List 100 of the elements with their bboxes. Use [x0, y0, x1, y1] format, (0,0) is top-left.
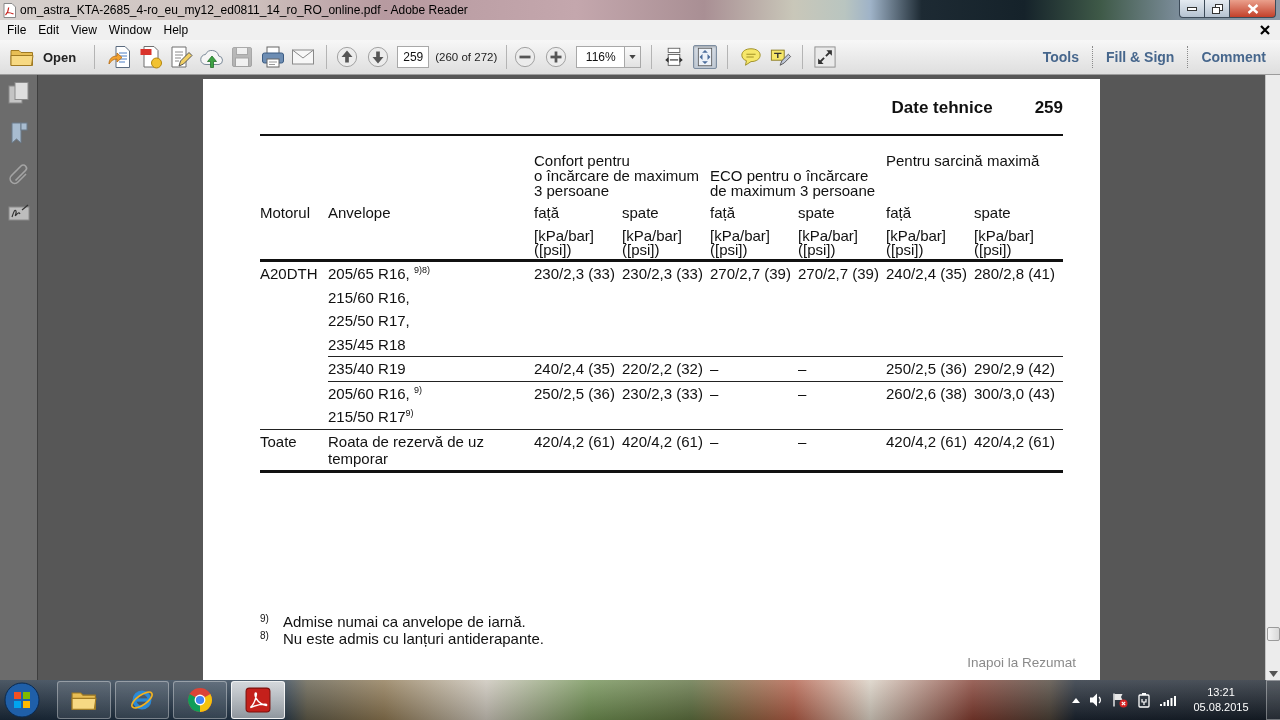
- pressure-value: 230/2,3 (33): [622, 264, 704, 284]
- pressure-value: –: [798, 359, 808, 379]
- menu-item[interactable]: Help: [157, 20, 195, 40]
- pdf-logo-icon: [245, 687, 271, 713]
- subcolumn-header: față: [534, 205, 561, 221]
- signal-bars-icon[interactable]: [1160, 694, 1176, 706]
- document-star-icon[interactable]: [138, 45, 163, 69]
- pane-button[interactable]: Tools: [1029, 46, 1092, 68]
- menu-item[interactable]: File: [1, 20, 33, 40]
- group-header: Confort pentru o încărcare de maximum 3 persoane: [534, 153, 701, 198]
- subcolumn-header: față: [710, 205, 737, 221]
- print-icon[interactable]: [260, 45, 285, 69]
- taskbar-button[interactable]: [57, 681, 111, 719]
- unit-label: [kPa/bar] ([psi]): [886, 229, 948, 257]
- tyre-size: 235/40 R19: [328, 359, 407, 379]
- close-icon[interactable]: [1260, 25, 1270, 35]
- pressure-value: 300/3,0 (43): [974, 383, 1056, 404]
- pressure-value: 230/2,3 (33): [622, 383, 704, 404]
- caret-icon: [629, 55, 637, 59]
- unit-label: [kPa/bar] ([psi]): [534, 229, 596, 257]
- tyre-size: 225/50 R17,: [328, 311, 411, 331]
- footnote-mark: 8): [260, 629, 270, 643]
- pressure-value: 230/2,3 (33): [534, 264, 616, 284]
- tyre-size: 235/45 R18: [328, 334, 407, 355]
- scroll-down-icon[interactable]: [1268, 671, 1278, 677]
- menu-item[interactable]: View: [65, 20, 103, 40]
- column-header: Motorul: [260, 205, 312, 221]
- pdf-file-icon: [3, 3, 16, 18]
- zoom-field[interactable]: 116%: [576, 46, 625, 68]
- menu-item[interactable]: Window: [102, 20, 158, 40]
- footnote-text: Admise numai ca anvelope de iarnă.: [283, 612, 526, 630]
- engine-name: A20DTH: [260, 264, 319, 284]
- pressure-value: –: [710, 383, 720, 404]
- unit-label: [kPa/bar] ([psi]): [710, 229, 772, 257]
- show-desktop-button[interactable]: [1266, 680, 1280, 720]
- pressure-value: 270/2,7 (39): [798, 264, 880, 284]
- pressure-value: 240/2,4 (35): [534, 359, 616, 379]
- section-title: Date tehnice: [891, 98, 993, 118]
- open-button[interactable]: Open: [8, 43, 81, 71]
- subcolumn-header: spate: [798, 205, 836, 221]
- note-pencil-icon[interactable]: [770, 46, 793, 68]
- restore-icon: [1211, 3, 1223, 14]
- minimize-icon: [1187, 6, 1197, 11]
- flag-error-icon[interactable]: [1112, 692, 1128, 708]
- taskbar-button[interactable]: [173, 681, 227, 719]
- tyre-size: Roata de rezervă de uz temporar: [328, 431, 485, 469]
- menu-item[interactable]: Edit: [32, 20, 66, 40]
- up-triangle-icon[interactable]: [1072, 697, 1080, 703]
- fit-page-button[interactable]: [693, 45, 718, 69]
- minimize-button[interactable]: [1179, 0, 1205, 18]
- pressure-value: 240/2,4 (35): [886, 264, 968, 284]
- pressure-value: –: [798, 383, 808, 404]
- zoom-in-icon[interactable]: [545, 46, 568, 68]
- page-number: 259: [1034, 98, 1063, 118]
- folder-icon: [71, 689, 97, 711]
- pressure-value: 420/4,2 (61): [534, 431, 616, 452]
- close-button[interactable]: [1230, 0, 1276, 18]
- clock-time[interactable]: 13:21: [1207, 685, 1235, 700]
- pane-button[interactable]: Fill & Sign: [1092, 46, 1188, 68]
- pressure-value: 260/2,6 (38): [886, 383, 968, 404]
- page-number-field[interactable]: 259: [397, 46, 430, 68]
- restore-button[interactable]: [1205, 0, 1230, 18]
- pressure-value: –: [798, 431, 808, 452]
- zoom-dropdown-button[interactable]: [624, 46, 642, 68]
- pressure-value: –: [710, 359, 720, 379]
- tyre-size: 215/50 R17$^{9)}$: [328, 407, 415, 427]
- page-count: (260 of 272): [435, 51, 498, 63]
- document-pencil-icon[interactable]: [169, 45, 194, 69]
- expand-icon[interactable]: [814, 46, 837, 68]
- tyre-size: 215/60 R16,: [328, 287, 411, 308]
- pressure-value: 220/2,2 (32): [622, 359, 704, 379]
- group-header: Pentru sarcină maximă: [886, 153, 1041, 168]
- taskbar-button[interactable]: [231, 681, 285, 719]
- tyre-size: 205/65 R16, $^{9)8)}$: [328, 264, 431, 284]
- window-title: om_astra_KTA-2685_4-ro_eu_my12_ed0811_14_ro_RO_online.pdf - Adobe Reader: [20, 2, 468, 19]
- pressure-value: 250/2,5 (36): [534, 383, 616, 404]
- scrollbar-thumb[interactable]: [1266, 627, 1280, 641]
- zoom-out-icon[interactable]: [514, 46, 537, 68]
- speaker-icon[interactable]: [1089, 692, 1103, 708]
- pressure-value: 290/2,9 (42): [974, 359, 1056, 379]
- pressure-value: 420/4,2 (61): [886, 431, 968, 452]
- document-arrow-icon[interactable]: [108, 45, 133, 69]
- pressure-value: –: [710, 431, 720, 452]
- battery-plug-icon[interactable]: [1137, 692, 1151, 708]
- fit-width-icon: [664, 47, 685, 67]
- unit-label: [kPa/bar] ([psi]): [798, 229, 860, 257]
- tyre-size: 205/60 R16, $^{9)}$: [328, 383, 423, 404]
- engine-name: Toate: [260, 431, 298, 452]
- subcolumn-header: spate: [622, 205, 660, 221]
- taskbar-button[interactable]: [115, 681, 169, 719]
- subcolumn-header: față: [886, 205, 913, 221]
- back-link[interactable]: Inapoi la Rezumat: [967, 655, 1076, 671]
- pressure-value: 250/2,5 (36): [886, 359, 968, 379]
- pages-icon[interactable]: [6, 81, 31, 105]
- pane-button[interactable]: Comment: [1187, 46, 1279, 68]
- start-button[interactable]: [4, 682, 40, 718]
- scrollbar[interactable]: [1265, 75, 1280, 680]
- clock-date[interactable]: 05.08.2015: [1193, 700, 1249, 715]
- pressure-value: 270/2,7 (39): [710, 264, 792, 284]
- unit-label: [kPa/bar] ([psi]): [622, 229, 684, 257]
